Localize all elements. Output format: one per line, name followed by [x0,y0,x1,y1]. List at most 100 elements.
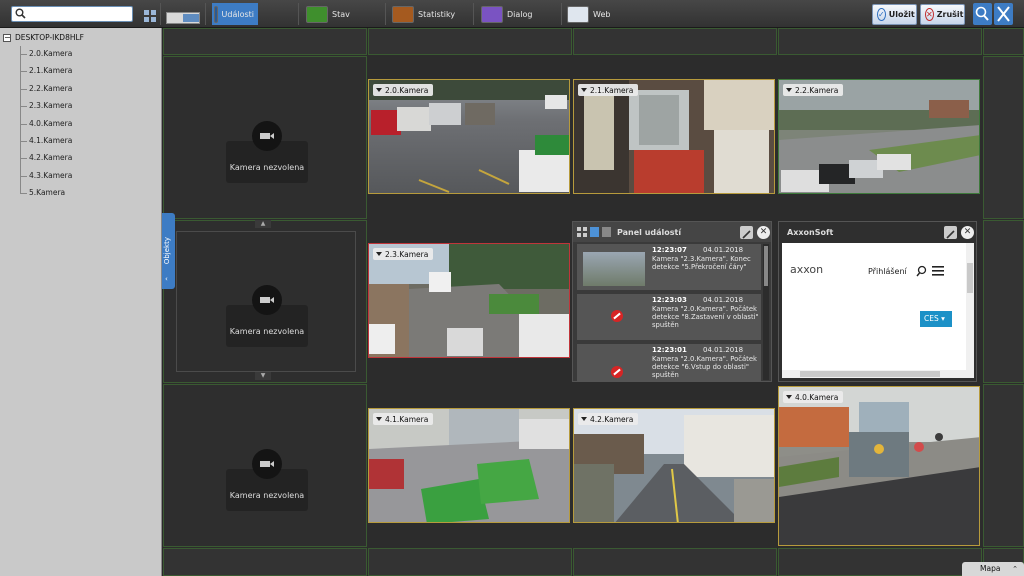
edit-icon[interactable] [944,226,957,239]
camera-view-4-0[interactable]: 4.0.Kamera [778,386,980,546]
camera-label[interactable]: 2.2.Kamera [783,84,844,96]
chevron-up-icon: ⌃ [1012,565,1018,573]
camera-label-text: 2.3.Kamera [385,249,429,259]
status-icon [306,5,328,23]
tree-root[interactable]: − DESKTOP-IKD8HLF [3,33,84,42]
camera-label-text: 4.0.Kamera [795,392,839,402]
web-panel: AxxonSoft ✕ axxon Přihlášení CES ▾ [778,221,977,382]
sidebar-item-label: 4.0.Kamera [29,119,73,128]
hamburger-icon[interactable] [932,266,944,276]
list-view-icon[interactable] [590,227,599,237]
event-text: Kamera "2.0.Kamera". Počátek detekce "8.… [652,305,759,330]
event-time: 12:23:07 [652,246,687,254]
empty-cell[interactable]: Kamera nezvolena [163,56,367,219]
close-icon[interactable]: ✕ [961,226,974,239]
sidebar-item-2-2[interactable]: 2.2.Kamera [20,84,72,93]
camera-view-4-2[interactable]: 4.2.Kamera [573,408,775,523]
camera-label[interactable]: 2.0.Kamera [373,84,434,96]
magnifier-icon [975,6,989,21]
camera-label-text: 2.1.Kamera [590,85,634,95]
close-icon[interactable]: ✕ [757,226,770,239]
search-input[interactable] [11,6,133,22]
empty-cell-placeholder: Kamera nezvolena [226,449,308,511]
dialog-icon [481,5,503,23]
grid-tile [573,548,777,576]
single-view-icon[interactable] [602,227,611,237]
event-text: Kamera "2.3.Kamera". Konec detekce "5.Př… [652,255,751,272]
camera-label[interactable]: 4.0.Kamera [783,391,844,403]
sidebar-item-label: 5.Kamera [29,188,66,197]
event-date: 04.01.2018 [703,296,744,304]
grid-tile [983,220,1024,383]
zoom-button[interactable] [973,3,992,25]
camera-label[interactable]: 4.2.Kamera [578,413,639,425]
sidebar-item-5[interactable]: 5.Kamera [20,188,65,197]
save-button[interactable]: ✓ Uložit [872,4,917,25]
sidebar-item-2-1[interactable]: 2.1.Kamera [20,66,72,75]
tb-events-button[interactable]: Události [212,3,258,25]
scrollbar-thumb[interactable] [800,371,940,377]
login-link[interactable]: Přihlášení [868,267,907,276]
sidebar-item-4-2[interactable]: 4.2.Kamera [20,153,72,162]
scroll-down-arrow[interactable]: ▼ [255,372,271,380]
search-icon[interactable] [916,265,928,277]
objects-tab[interactable]: Objekty ‹ [162,213,175,289]
tb-statistics-label: Statistiky [418,9,456,19]
camera-view-2-0[interactable]: 2.0.Kamera [368,79,570,194]
check-icon: ✓ [877,8,886,21]
sidebar-item-2-3[interactable]: 2.3.Kamera [20,101,72,110]
sidebar-item-4-0[interactable]: 4.0.Kamera [20,119,72,128]
camera-view-4-1[interactable]: 4.1.Kamera [368,408,570,523]
sidebar-item-label: 2.3.Kamera [29,101,73,110]
tb-status-button[interactable]: Stav [306,3,350,25]
sidebar-item-4-3[interactable]: 4.3.Kamera [20,171,72,180]
empty-cell[interactable]: Kamera nezvolena [163,384,367,547]
sidebar-item-2-0[interactable]: 2.0.Kamera [20,49,72,58]
layout-slider[interactable] [166,7,200,29]
dropdown-icon [786,395,792,399]
camera-label-text: 2.2.Kamera [795,85,839,95]
no-image-icon [611,366,623,378]
shop-interior-image [574,80,774,193]
tree-root-label: DESKTOP-IKD8HLF [15,33,84,42]
web-horizontal-scrollbar[interactable] [782,370,966,378]
web-content[interactable]: axxon Přihlášení CES ▾ [782,243,974,378]
web-vertical-scrollbar[interactable] [966,243,974,378]
camera-label[interactable]: 4.1.Kamera [373,413,434,425]
cancel-button[interactable]: ✕ Zrušit [920,4,965,25]
tb-statistics-button[interactable]: Statistiky [392,3,455,25]
scrollbar-thumb[interactable] [967,263,973,293]
collapse-icon[interactable]: − [3,33,11,42]
camera-label[interactable]: 2.1.Kamera [578,84,639,96]
search-icon [15,8,26,19]
grid-tile [163,28,367,55]
edit-icon[interactable] [740,226,753,239]
grid-view-icon[interactable] [577,227,587,237]
sidebar-item-label: 4.1.Kamera [29,136,73,145]
tb-web-button[interactable]: Web [567,3,610,25]
tools-icon [997,6,1010,22]
web-panel-title: AxxonSoft [787,227,834,237]
language-select[interactable]: CES ▾ [920,311,952,327]
scrollbar-thumb[interactable] [764,246,768,286]
map-tab[interactable]: Mapa ⌃ [962,562,1024,576]
tb-dialog-button[interactable]: Dialog [481,3,532,25]
grid-tile [368,548,572,576]
sidebar-item-4-1[interactable]: 4.1.Kamera [20,136,72,145]
sidebar-item-label: 2.2.Kamera [29,84,73,93]
empty-cell[interactable]: Kamera nezvolena [163,220,367,383]
camera-icon [252,121,282,151]
camera-label[interactable]: 2.3.Kamera [373,248,434,260]
event-scrollbar[interactable] [763,244,769,380]
camera-view-2-2[interactable]: 2.2.Kamera [778,79,980,194]
event-item[interactable]: 12:23:03 04.01.2018 Kamera "2.0.Kamera".… [577,294,761,340]
layout-grid-button[interactable] [143,6,157,28]
slider-thumb[interactable] [183,14,199,22]
axxon-logo[interactable]: axxon [790,263,823,276]
camera-view-2-1[interactable]: 2.1.Kamera [573,79,775,194]
camera-view-2-3[interactable]: 2.3.Kamera [368,243,570,358]
settings-button[interactable] [994,3,1013,25]
event-item[interactable]: 12:23:07 04.01.2018 Kamera "2.3.Kamera".… [577,244,761,290]
event-item[interactable]: 12:23:01 04.01.2018 Kamera "2.0.Kamera".… [577,344,761,381]
scroll-up-arrow[interactable]: ▲ [255,220,271,228]
